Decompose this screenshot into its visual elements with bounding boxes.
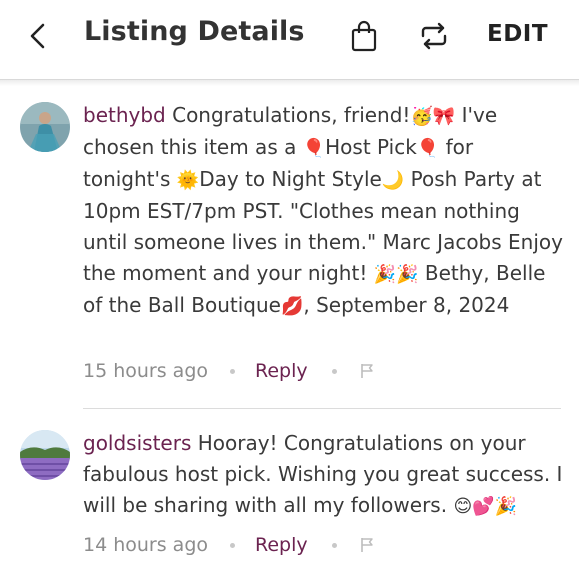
balloon-emoji: 🎈 — [416, 138, 440, 159]
separator-dot — [331, 542, 337, 548]
comment-username[interactable]: goldsisters — [83, 431, 191, 455]
comment-username[interactable]: bethybd — [83, 103, 166, 127]
separator-dot — [331, 368, 337, 374]
comment-meta: 14 hours ago Reply — [83, 530, 375, 560]
confetti-emoji: 🎉🎉 — [373, 264, 419, 285]
party-emoji: 🥳🎀 — [410, 106, 456, 127]
comment-text: goldsisters Hooray! Congratulations on y… — [83, 431, 563, 517]
share-button[interactable] — [415, 17, 453, 55]
page-title: Listing Details — [84, 16, 305, 47]
comment-timestamp: 14 hours ago — [83, 534, 209, 556]
back-button[interactable] — [22, 18, 58, 54]
separator-dot — [230, 368, 236, 374]
comment-timestamp: 15 hours ago — [83, 360, 209, 382]
header-shadow — [0, 80, 579, 86]
avatar[interactable] — [20, 430, 70, 480]
flag-icon[interactable] — [359, 363, 375, 379]
sun-emoji: 🌞 — [176, 170, 200, 191]
comment-text: bethybd Congratulations, friend!🥳🎀 I've … — [83, 103, 563, 317]
balloon-emoji: 🎈 — [302, 138, 326, 159]
top-bar: Listing Details EDIT — [0, 0, 579, 80]
smile-hearts-emoji: 😊💕🎉 — [453, 496, 518, 517]
repost-icon — [421, 22, 447, 50]
shopping-bag-icon — [351, 20, 377, 52]
comment-meta: 15 hours ago Reply — [83, 356, 375, 386]
separator-dot — [230, 542, 236, 548]
chevron-left-icon — [30, 23, 45, 49]
avatar[interactable] — [20, 102, 70, 152]
reply-button[interactable]: Reply — [255, 360, 308, 382]
bag-button[interactable] — [346, 18, 382, 54]
lips-emoji: 💋 — [280, 296, 304, 317]
comment-divider — [83, 408, 561, 409]
reply-button[interactable]: Reply — [255, 534, 308, 556]
flag-icon[interactable] — [359, 537, 375, 553]
moon-emoji: 🌙 — [381, 170, 405, 191]
edit-button[interactable]: EDIT — [487, 21, 548, 47]
